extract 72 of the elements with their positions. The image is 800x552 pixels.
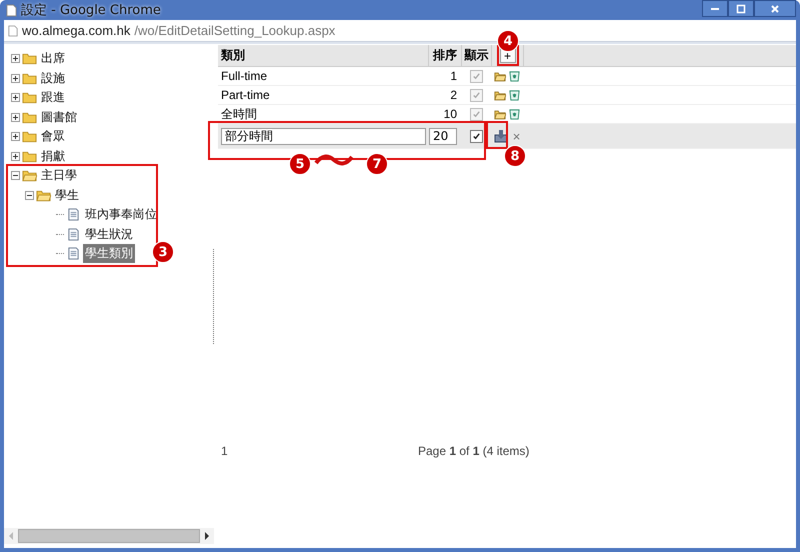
document-icon — [66, 228, 81, 241]
expander-icon[interactable] — [25, 190, 34, 200]
expander-icon[interactable] — [11, 152, 20, 161]
page-link[interactable]: 1 — [218, 444, 418, 458]
expander-icon[interactable] — [11, 74, 20, 83]
folder-icon — [22, 110, 37, 124]
tree-item[interactable]: 主日學 — [39, 166, 79, 186]
scroll-right-icon[interactable] — [204, 532, 210, 540]
minimize-button[interactable] — [702, 0, 728, 17]
folder-icon — [22, 72, 37, 85]
expander-icon[interactable] — [11, 171, 20, 180]
name-field[interactable]: 部分時間 — [221, 128, 426, 144]
tree-item[interactable]: 會眾 — [39, 127, 67, 146]
folder-icon[interactable] — [494, 108, 506, 120]
folder-icon[interactable] — [494, 90, 506, 100]
tilde-icon — [314, 154, 354, 166]
folder-icon — [22, 130, 37, 144]
trash-icon[interactable] — [509, 108, 520, 120]
folder-icon[interactable] — [494, 70, 506, 82]
tree-item[interactable]: 班內事奉崗位 — [83, 205, 159, 224]
document-icon — [66, 247, 81, 260]
folder-icon — [22, 150, 37, 163]
order-field[interactable]: 20 — [429, 128, 457, 144]
minimize-icon — [711, 8, 719, 10]
checkmark-icon — [472, 132, 480, 140]
folder-icon — [36, 188, 51, 202]
url-path: /wo/EditDetailSetting_Lookup.aspx — [134, 23, 336, 38]
maximize-icon — [736, 4, 746, 14]
table-cell-text: 全時間 — [220, 106, 258, 122]
column-header[interactable]: 排序 — [428, 45, 461, 66]
table-cell-text: 10 — [442, 106, 458, 123]
tree-item[interactable]: 出席 — [39, 49, 67, 68]
horizontal-scrollbar[interactable] — [4, 528, 214, 544]
expander-icon[interactable] — [11, 112, 20, 122]
folder-icon — [22, 91, 37, 104]
trash-icon[interactable] — [509, 89, 520, 101]
tree-item[interactable]: 學生狀況 — [83, 224, 135, 244]
expander-icon[interactable] — [11, 54, 20, 64]
tree-item[interactable]: 學生 — [53, 186, 81, 205]
expander-icon[interactable] — [11, 132, 20, 142]
expander-icon[interactable] — [11, 93, 20, 102]
save-icon[interactable] — [494, 129, 508, 143]
cancel-button[interactable]: × — [510, 128, 520, 144]
table-cell-text: 2 — [449, 87, 458, 104]
step-number: 5 — [289, 153, 311, 175]
trash-icon[interactable] — [509, 70, 520, 82]
scrollbar-thumb[interactable] — [18, 529, 200, 543]
page-icon — [8, 24, 18, 36]
tree-item[interactable]: 學生類別 — [83, 244, 135, 264]
step-number: 8 — [504, 145, 526, 167]
column-header[interactable]: 類別 — [218, 45, 428, 66]
tree-item[interactable]: 跟進 — [39, 88, 67, 108]
folder-icon — [22, 52, 37, 66]
table-cell-text: Full-time — [220, 68, 268, 85]
close-button[interactable] — [754, 0, 796, 17]
step-number: 3 — [152, 241, 174, 263]
tree-item[interactable]: 設施 — [39, 68, 67, 88]
tree-item[interactable]: 捐獻 — [39, 146, 67, 166]
maximize-button[interactable] — [728, 0, 754, 17]
tree-item[interactable]: 圖書館 — [39, 108, 79, 127]
url-host: wo.almega.com.hk — [22, 23, 130, 38]
checkbox[interactable] — [470, 130, 482, 142]
table-cell-text: Part-time — [220, 87, 271, 104]
document-icon — [66, 208, 81, 222]
window-title: 設定 - Google Chrome — [21, 2, 161, 19]
folder-icon — [22, 169, 37, 182]
page-icon — [6, 4, 17, 16]
page-summary: Page 1 of 1 (4 items) — [418, 444, 530, 458]
column-header[interactable]: 顯示 — [461, 45, 491, 66]
close-icon — [770, 4, 780, 14]
step-number: 7 — [366, 153, 388, 175]
table-cell-text: 1 — [449, 68, 458, 85]
